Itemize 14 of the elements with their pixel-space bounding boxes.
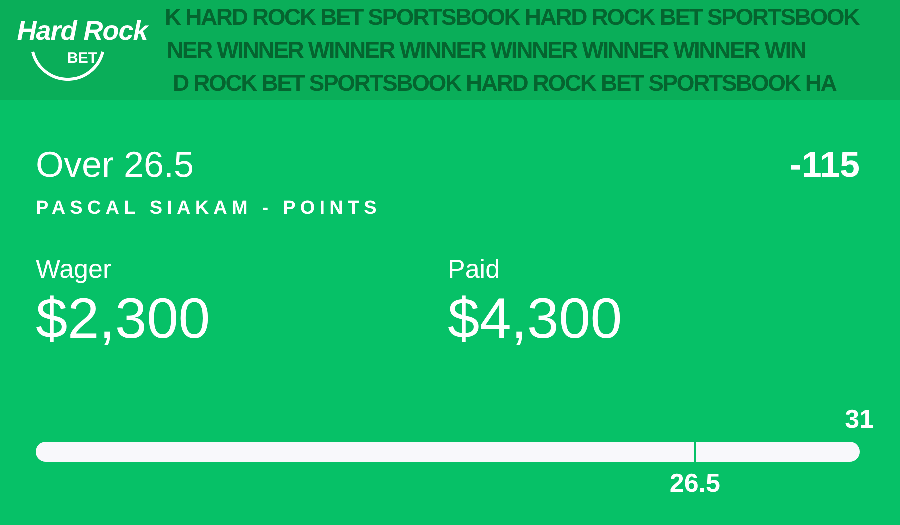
amount-value: $2,300 <box>36 286 212 352</box>
banner-text: NER WINNER WINNER WINNER WINNER WINNER WINNER WIN <box>167 36 806 65</box>
logo-wordmark: Hard Rock <box>17 16 148 46</box>
amount-label: Wager <box>36 254 113 284</box>
progress-end-label: 31 <box>845 404 874 434</box>
logo-subtitle: BET <box>68 50 98 68</box>
line-label: 26.5 <box>670 468 720 498</box>
amount-label: Paid <box>448 254 502 284</box>
banner-text: D ROCK BET SPORTSBOOK HARD ROCK BET SPORTSBOOK HA <box>173 69 836 98</box>
bet-selection: Over 26.5 <box>36 144 194 186</box>
amount-value: $4,300 <box>448 286 624 352</box>
market-name: PASCAL SIAKAM - POINTS <box>36 198 382 220</box>
banner-text: K HARD ROCK BET SPORTSBOOK HARD ROCK BET SPORTSBOOK <box>165 3 859 32</box>
odds-value: -115 <box>790 144 860 186</box>
